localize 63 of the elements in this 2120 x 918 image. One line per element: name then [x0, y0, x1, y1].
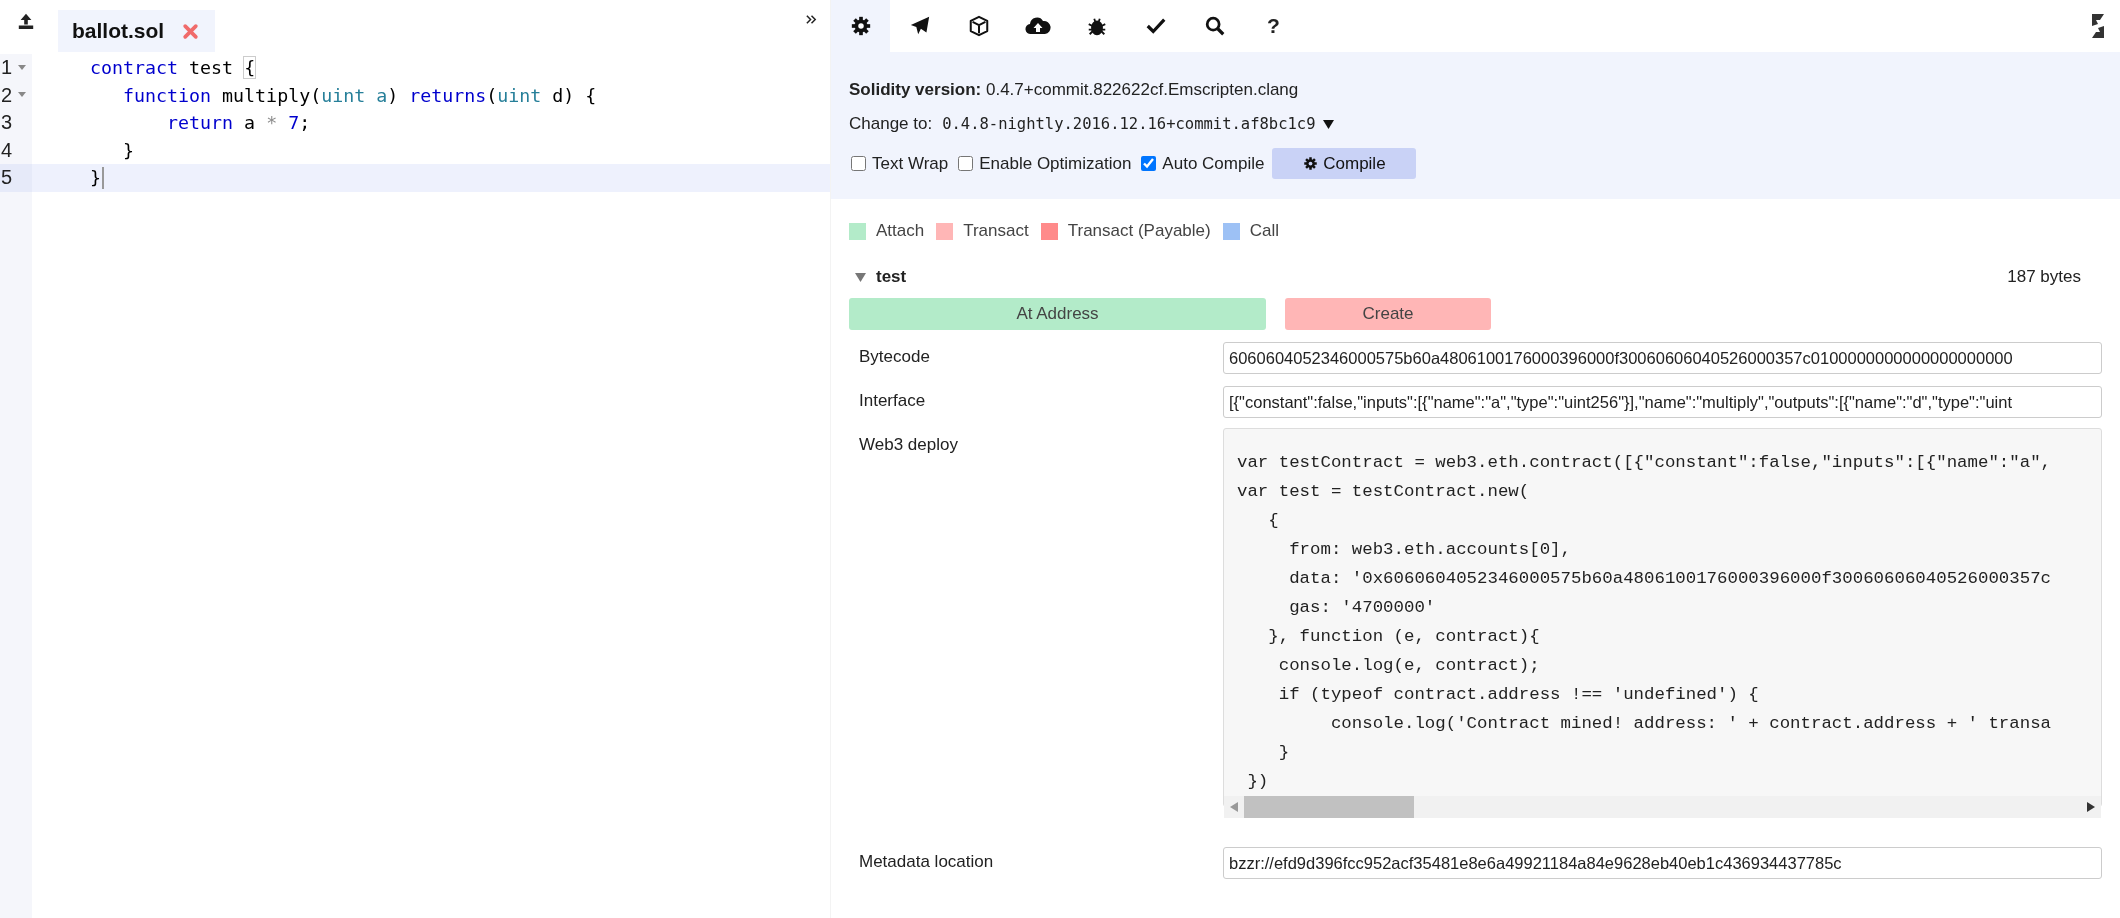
- code-line: {: [1267, 510, 1280, 532]
- contract-size: 187 bytes: [2007, 267, 2081, 287]
- cloud-upload-icon: [1024, 15, 1051, 37]
- line-number: 1: [1, 56, 13, 80]
- horizontal-scrollbar[interactable]: [1224, 796, 2101, 818]
- caret-icon: [1323, 119, 1335, 129]
- code-line: }: [1277, 742, 1291, 764]
- upload-icon[interactable]: [17, 12, 35, 30]
- detail-label: Bytecode: [858, 346, 931, 367]
- cube-icon: [967, 15, 990, 37]
- checkbox-label: Text Wrap: [872, 153, 949, 174]
- contract-button[interactable]: At Address: [849, 298, 1266, 330]
- value-field[interactable]: 6060604052346000575b60a4806100176000396000f30060606040526000357c0100000000000000000000: [1223, 342, 2102, 374]
- line-number: 2: [1, 83, 13, 107]
- checkbox-label: Enable Optimization: [979, 153, 1132, 174]
- legend-label: Attach: [876, 221, 925, 241]
- contract-button[interactable]: Create: [1285, 298, 1491, 330]
- code-line: var testContract = web3.eth.contract([{"constant":false,"inputs":[{"name":"a",: [1237, 452, 2052, 474]
- line-number: 3: [1, 111, 13, 135]
- code-line: if (typeof contract.address !== 'undefined') {: [1277, 684, 1760, 706]
- code-line: contract test {: [89, 57, 256, 79]
- collapse-icon[interactable]: [805, 13, 818, 26]
- code-line: var test = testContract.new(: [1237, 481, 1531, 503]
- fold-icon[interactable]: [18, 64, 27, 71]
- gear-icon: [849, 15, 872, 37]
- checkbox[interactable]: [1141, 156, 1157, 171]
- detail-label: Interface: [858, 390, 927, 411]
- close-icon[interactable]: [182, 22, 200, 40]
- code-line: }: [32, 166, 105, 189]
- code-line: }, function (e, contract){: [1267, 626, 1541, 648]
- code-line: return a * 7;: [166, 112, 311, 134]
- code-line: from: web3.eth.accounts[0],: [1288, 539, 1572, 561]
- value-field[interactable]: [{"constant":false,"inputs":[{"name":"a","type":"uint256"}],"name":"multiply","outputs":[{"name":"d","type":"uint: [1223, 386, 2102, 418]
- fold-icon[interactable]: [18, 92, 27, 99]
- code-line: data: '0x6060604052346000575b60a4806100176000396000f30060606040526000357c: [1288, 568, 2052, 590]
- detail-label: Web3 deploy: [858, 434, 959, 455]
- checkbox[interactable]: [851, 156, 866, 171]
- code-line: }: [122, 139, 135, 161]
- detail-label: Metadata location: [858, 851, 995, 872]
- line-number: 5: [1, 166, 13, 190]
- code-line: console.log(e, contract);: [1277, 655, 1541, 677]
- change-to-label: Change to:: [849, 114, 933, 134]
- compile-button[interactable]: Compile: [1272, 148, 1417, 179]
- scroll-right-icon[interactable]: [2087, 802, 2095, 812]
- code-line: gas: '4700000': [1288, 597, 1437, 619]
- caret-icon[interactable]: [855, 272, 866, 282]
- code-line: console.log('Contract mined! address: ' + contract.address + ' transa: [1329, 713, 2052, 735]
- legend-label: Transact (Payable): [1067, 221, 1211, 241]
- checkbox-label: Auto Compile: [1162, 153, 1265, 174]
- checkbox[interactable]: [958, 156, 974, 171]
- version-dropdown[interactable]: 0.4.8-nightly.2016.12.16+commit.af8bc1c9: [942, 115, 1335, 133]
- file-tab[interactable]: ballot.sol: [58, 10, 215, 52]
- contract-name: test: [876, 267, 907, 287]
- code-line: }): [1246, 771, 1270, 793]
- solidity-version-text: Solidity version: 0.4.7+commit.822622cf.Emscripten.clang: [849, 80, 1299, 100]
- search-icon: [1203, 15, 1226, 37]
- legend-label: Transact: [963, 221, 1029, 241]
- value-field[interactable]: bzzr://efd9d396fcc952acf35481e8e6a49921184a84e9628eb40eb1c436934437785c: [1223, 847, 2102, 879]
- line-number: 4: [1, 138, 13, 162]
- toolbar-tab[interactable]: [831, 0, 890, 52]
- code-line: function multiply(uint a) returns(uint d) {: [122, 84, 597, 106]
- gear-icon: [1303, 156, 1319, 171]
- legend-label: Call: [1249, 221, 1279, 241]
